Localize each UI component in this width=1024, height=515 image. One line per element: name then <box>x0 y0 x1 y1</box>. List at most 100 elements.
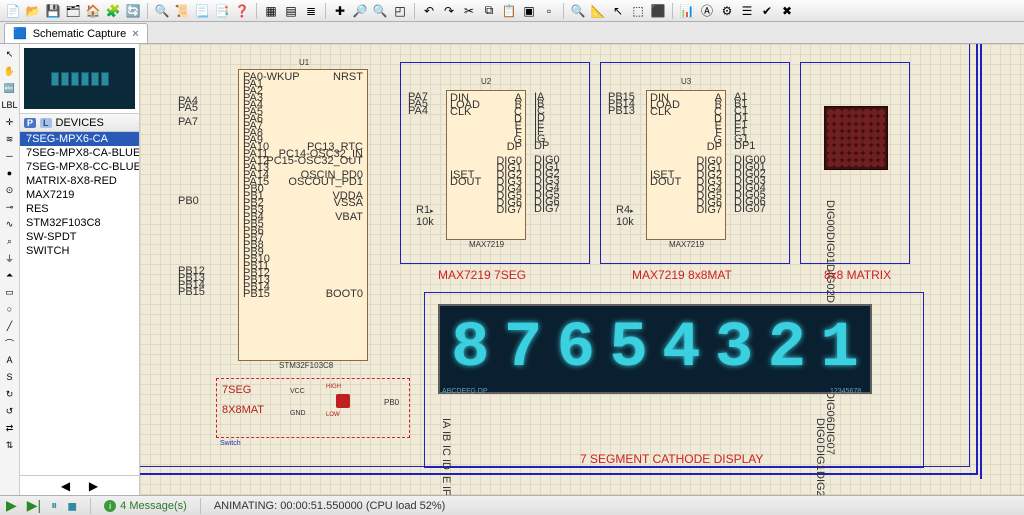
component-u1[interactable]: U1 STM32F103C8 PA0-WKUPPA1PA2PA3PA4PA5PA… <box>238 69 368 361</box>
run-script-button[interactable]: 📜 <box>173 2 191 20</box>
zoom-all-button[interactable]: ✚ <box>331 2 349 20</box>
device-item[interactable]: MAX7219 <box>20 188 139 202</box>
zoom-area-button[interactable]: 🔍 <box>153 2 171 20</box>
tool-lbl-LBL[interactable]: LBL <box>2 97 18 113</box>
next-icon[interactable]: ▶ <box>85 477 103 495</box>
tool-junction[interactable]: ● <box>2 165 18 181</box>
disp-bottom-r: DIG0DIG1DIG2DIG3DIG4DIG5DIG6DIG7 <box>814 418 826 448</box>
close-icon[interactable]: × <box>132 28 138 40</box>
tool-arc[interactable]: ⌒ <box>2 335 18 351</box>
tool-flip-h[interactable]: ⇄ <box>2 420 18 436</box>
component-switch[interactable]: 7SEG 8X8MAT <box>222 384 264 416</box>
tool-rot-cw[interactable]: ↻ <box>2 386 18 402</box>
find-button[interactable]: 🔍 <box>569 2 587 20</box>
open-file-button[interactable]: 📂 <box>24 2 42 20</box>
r1[interactable]: R1▸10k <box>416 204 434 228</box>
tab-schematic[interactable]: 🟦 Schematic Capture × <box>4 23 148 43</box>
switch-knob[interactable] <box>336 394 350 408</box>
doc1-button[interactable]: 📃 <box>193 2 211 20</box>
save-all-button[interactable]: 🗂 <box>64 2 82 20</box>
erc-button[interactable]: ✔ <box>758 2 776 20</box>
tool-text[interactable]: A <box>2 352 18 368</box>
help-button[interactable]: ❓ <box>233 2 251 20</box>
save-button[interactable]: 💾 <box>44 2 62 20</box>
tool-bus[interactable]: ≋ <box>2 131 18 147</box>
tool-rect[interactable]: ▭ <box>2 284 18 300</box>
tool-wire[interactable]: ─ <box>2 148 18 164</box>
report-button[interactable]: 📊 <box>678 2 696 20</box>
tool-probe[interactable]: ⌕ <box>2 233 18 249</box>
component-7seg-display[interactable]: 87654321 <box>438 304 872 394</box>
layers-button[interactable]: ≣ <box>302 2 320 20</box>
sel1-button[interactable]: ⬚ <box>629 2 647 20</box>
pick-button[interactable]: ↖ <box>609 2 627 20</box>
tool-pin[interactable]: ⊸ <box>2 199 18 215</box>
tool-script[interactable]: S <box>2 369 18 385</box>
home-button[interactable]: 🏠 <box>84 2 102 20</box>
zoom-sel-button[interactable]: ◰ <box>391 2 409 20</box>
r4[interactable]: R4▸10k <box>616 204 634 228</box>
sel2-button[interactable]: ⬛ <box>649 2 667 20</box>
device-item[interactable]: 7SEG-MPX8-CA-BLUE <box>20 146 139 160</box>
device-list[interactable]: 7SEG-MPX6-CA7SEG-MPX8-CA-BLUE7SEG-MPX8-C… <box>20 132 139 475</box>
device-item[interactable]: STM32F103C8 <box>20 216 139 230</box>
schematic-canvas[interactable]: U1 STM32F103C8 PA0-WKUPPA1PA2PA3PA4PA5PA… <box>140 44 1024 495</box>
pause-icon[interactable]: ⏸ <box>51 498 57 513</box>
tool-text-lbl[interactable]: 🔤 <box>2 80 18 96</box>
pick-button[interactable]: P <box>24 118 36 128</box>
main-toolbar: 📄📂💾🗂🏠🧩🔄🔍📜📃📑❓▦▤≣✚🔎🔍◰↶↷✂⧉📋▣▫🔍📐↖⬚⬛📊Ⓐ⚙☰✔✖ <box>0 0 1024 22</box>
messages-link[interactable]: i 4 Message(s) <box>104 500 187 512</box>
copy-button[interactable]: ⧉ <box>480 2 498 20</box>
device-item[interactable]: SWITCH <box>20 244 139 258</box>
ruler-button[interactable]: 📐 <box>589 2 607 20</box>
step-icon[interactable]: ▶| <box>27 497 41 514</box>
tool-vcc[interactable]: ⏶ <box>2 267 18 283</box>
device-item[interactable]: MATRIX-8X8-RED <box>20 174 139 188</box>
tool-terminal[interactable]: ⊙ <box>2 182 18 198</box>
component-u2[interactable]: U2 MAX7219 DINLOADCLKISETDOUT ABCDEFGDPD… <box>446 90 526 240</box>
lib-button[interactable]: L <box>40 118 52 128</box>
component-u3[interactable]: U3 MAX7219 DINLOADCLKISETDOUT ABCDEFGDPD… <box>646 90 726 240</box>
new-file-button[interactable]: 📄 <box>4 2 22 20</box>
zoom-in-button[interactable]: 🔎 <box>351 2 369 20</box>
block2-button[interactable]: ▫ <box>540 2 558 20</box>
tool-rot-ccw[interactable]: ↺ <box>2 403 18 419</box>
tool-hand[interactable]: ✋ <box>2 63 18 79</box>
redo-button[interactable]: ↷ <box>440 2 458 20</box>
refresh-button[interactable]: 🔄 <box>124 2 142 20</box>
paste-button[interactable]: 📋 <box>500 2 518 20</box>
grid-button[interactable]: ▤ <box>282 2 300 20</box>
prop-button[interactable]: ⚙ <box>718 2 736 20</box>
tool-line[interactable]: ╱ <box>2 318 18 334</box>
drc-button[interactable]: ✖ <box>778 2 796 20</box>
component-matrix[interactable] <box>824 106 888 170</box>
align-button[interactable]: Ⓐ <box>698 2 716 20</box>
digit: 8 <box>451 317 489 381</box>
tool-gnd[interactable]: ⏚ <box>2 250 18 266</box>
sidebar-nav: ◀ ▶ <box>20 475 139 495</box>
prev-icon[interactable]: ◀ <box>57 477 75 495</box>
devices-header: P L DEVICES <box>20 114 139 132</box>
device-item[interactable]: 7SEG-MPX8-CC-BLUE <box>20 160 139 174</box>
canvas-viewport[interactable]: U1 STM32F103C8 PA0-WKUPPA1PA2PA3PA4PA5PA… <box>140 44 1024 495</box>
snap-button[interactable]: ▦ <box>262 2 280 20</box>
undo-button[interactable]: ↶ <box>420 2 438 20</box>
device-item[interactable]: 7SEG-MPX6-CA <box>20 132 139 146</box>
stop-icon[interactable]: ◼ <box>67 499 77 513</box>
cut-button[interactable]: ✂ <box>460 2 478 20</box>
device-item[interactable]: SW-SPDT <box>20 230 139 244</box>
net-button[interactable]: ☰ <box>738 2 756 20</box>
doc2-button[interactable]: 📑 <box>213 2 231 20</box>
tool-circle[interactable]: ○ <box>2 301 18 317</box>
digit: 3 <box>715 317 753 381</box>
device-item[interactable]: RES <box>20 202 139 216</box>
block1-button[interactable]: ▣ <box>520 2 538 20</box>
play-icon[interactable]: ▶ <box>6 497 17 514</box>
tool-pointer[interactable]: ↖ <box>2 46 18 62</box>
puzzle-button[interactable]: 🧩 <box>104 2 122 20</box>
tool-gen[interactable]: ∿ <box>2 216 18 232</box>
tool-flip-v[interactable]: ⇅ <box>2 437 18 453</box>
tool-plus[interactable]: ✛ <box>2 114 18 130</box>
zoom-out-button[interactable]: 🔍 <box>371 2 389 20</box>
tab-strip: 🟦 Schematic Capture × <box>0 22 1024 44</box>
